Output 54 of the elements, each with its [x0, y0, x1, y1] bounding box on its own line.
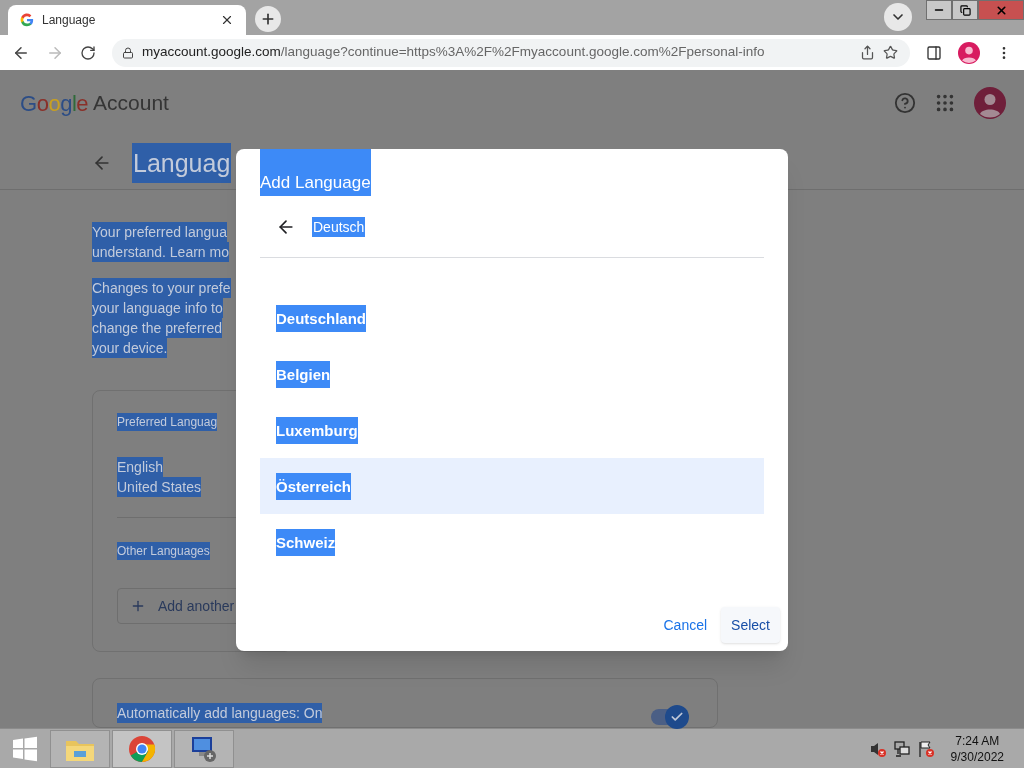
minimize-button[interactable]	[926, 0, 952, 20]
product-name: Account	[93, 90, 169, 117]
description-text: your device.	[92, 338, 168, 358]
remote-desktop-icon[interactable]	[174, 729, 234, 768]
plus-icon	[130, 598, 146, 614]
chrome-icon[interactable]	[112, 729, 172, 768]
restore-icon	[959, 4, 971, 16]
browser-tab[interactable]: Language	[8, 5, 246, 35]
windows-logo-icon	[12, 735, 38, 762]
clock-date[interactable]: 9/30/2022	[950, 748, 1004, 765]
bookmark-star-icon[interactable]	[883, 45, 898, 60]
close-tab-icon[interactable]	[220, 13, 234, 27]
cancel-button[interactable]: Cancel	[653, 607, 718, 643]
lock-icon	[122, 46, 134, 59]
region-option[interactable]: Luxemburg	[260, 402, 764, 458]
description-text: understand. Learn mo	[92, 242, 229, 262]
url-text: myaccount.google.com/language?continue=https%3A%2F%2Fmyaccount.google.com%2Fpersonal-info	[142, 43, 766, 62]
description-text: change the preferred	[92, 318, 222, 338]
check-icon	[670, 710, 684, 724]
language-name: Deutsch	[312, 216, 366, 237]
tab-search-button[interactable]	[884, 3, 912, 31]
network-icon[interactable]	[892, 739, 911, 758]
page-title: Languag	[132, 142, 232, 183]
clock-time[interactable]: 7:24 AM	[955, 732, 1000, 749]
section-heading: Other Languages	[117, 542, 210, 560]
avatar-icon[interactable]	[958, 41, 980, 64]
dialog-title: Add Language	[260, 149, 371, 196]
share-icon[interactable]	[860, 45, 875, 60]
region-option[interactable]: Schweiz	[260, 514, 764, 570]
language-region: United States	[117, 477, 202, 497]
description-text: your language info to	[92, 298, 223, 318]
region-option[interactable]: Österreich	[260, 458, 764, 514]
avatar-icon[interactable]	[974, 87, 1006, 119]
apps-grid-icon[interactable]	[934, 92, 956, 114]
section-heading: Preferred Languag	[117, 413, 218, 431]
logo-text: Google	[20, 89, 88, 118]
side-panel-icon[interactable]	[926, 44, 942, 61]
restore-button[interactable]	[952, 0, 978, 20]
flag-icon[interactable]	[916, 739, 935, 758]
description-text: Your preferred langua	[92, 222, 227, 242]
address-bar[interactable]: myaccount.google.com/language?continue=https%3A%2F%2Fmyaccount.google.com%2Fpersonal-info	[112, 38, 910, 67]
language-name: English	[117, 457, 163, 477]
reload-icon[interactable]	[80, 44, 96, 61]
google-g-icon	[20, 13, 34, 27]
new-tab-button[interactable]	[255, 6, 281, 32]
plus-icon	[260, 11, 276, 27]
region-option[interactable]: Belgien	[260, 346, 764, 402]
select-button[interactable]: Select	[721, 607, 780, 643]
close-icon	[994, 3, 1008, 17]
tab-title: Language	[42, 12, 97, 29]
region-option[interactable]: Deutschland	[260, 290, 764, 346]
setting-label: Automatically add languages: On	[117, 703, 323, 723]
help-icon[interactable]	[894, 92, 916, 114]
description-text: Changes to your prefe	[92, 278, 231, 298]
